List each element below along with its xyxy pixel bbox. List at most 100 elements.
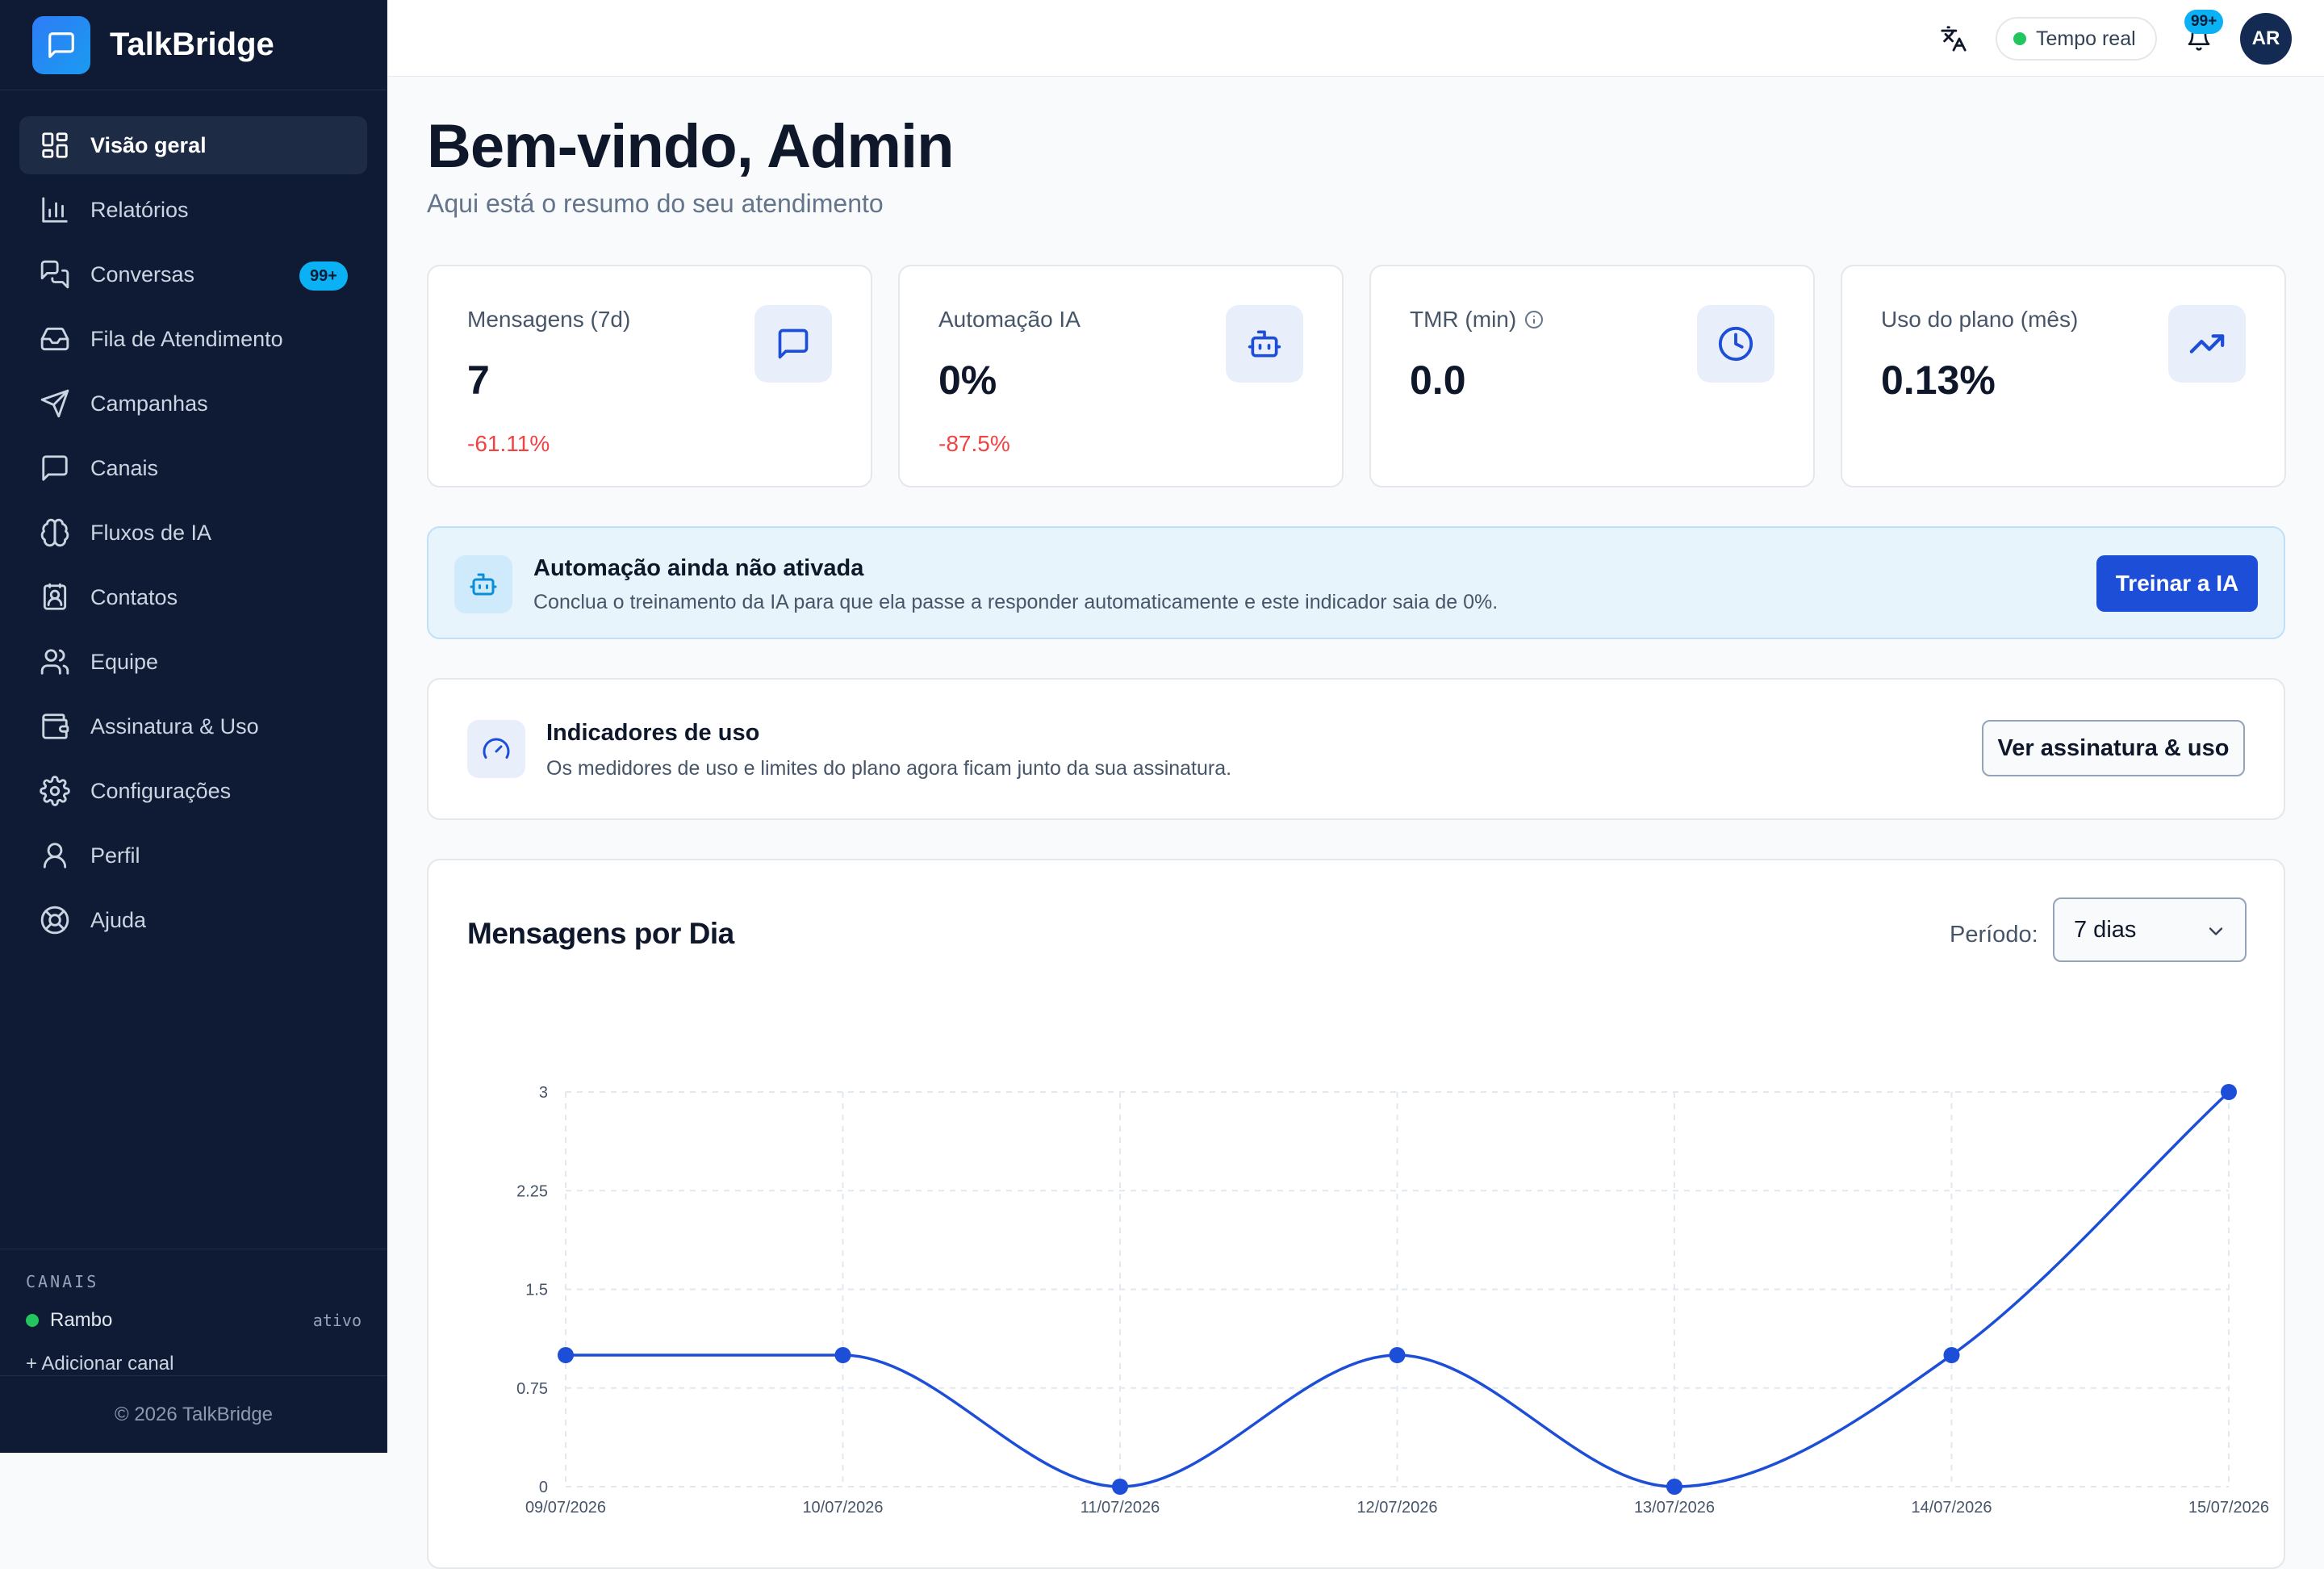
robot-icon [1226,305,1303,383]
translate-icon[interactable] [1936,21,1971,56]
lifebuoy-icon [39,904,71,936]
sidebar-item-label: Fila de Atendimento [90,326,283,351]
data-point [558,1347,574,1363]
kpi-label: Mensagens (7d) [467,307,631,332]
app-name: TalkBridge [110,27,274,62]
y-tick-label: 0 [539,1479,548,1496]
wallet-icon [39,710,71,743]
kpi-card-tmr: TMR (min) 0.0 [1369,265,1815,487]
kpi-card-automation: Automação IA 0% -87.5% [898,265,1344,487]
count-badge: 99+ [299,262,348,291]
sidebar-item-label: Fluxos de IA [90,520,212,545]
channel-name: Rambo [50,1309,113,1331]
sidebar-item-campanhas[interactable]: Campanhas [19,374,367,433]
data-point [1389,1347,1406,1363]
chat-icon [754,305,832,383]
messages-line-chart: 0 0.75 1.5 2.25 3 09/07/2026 10/07/2026 11/07/2… [516,1084,2269,1517]
channels-caption: CANAIS [26,1272,99,1291]
sidebar-item-label: Assinatura & Uso [90,713,259,738]
channel-item[interactable]: Rambo ativo [26,1309,362,1332]
brain-icon [39,517,71,549]
sidebar: TalkBridge Visão geral Relatórios Conversa… [0,0,387,1453]
usage-title: Indicadores de uso [546,720,760,746]
kpi-label-row: TMR (min) [1410,307,1544,333]
x-tick-label: 13/07/2026 [1634,1499,1715,1517]
avatar[interactable]: AR [2240,13,2292,65]
sidebar-item-configuracoes[interactable]: Configurações [19,762,367,820]
trending-up-icon [2168,305,2246,383]
period-label: Período: [1950,922,2038,948]
robot-icon [454,555,512,613]
logo-chat-icon [32,15,90,74]
bar-chart-icon [39,194,71,226]
sidebar-item-ajuda[interactable]: Ajuda [19,891,367,949]
gauge-icon [467,720,525,778]
chevron-down-icon [2205,920,2227,949]
messages-chart-card: 0 0.75 1.5 2.25 3 09/07/2026 10/07/2026 11/07/2… [427,859,2285,1569]
info-icon[interactable] [1524,310,1544,329]
users-icon [39,646,71,678]
add-channel-link[interactable]: + Adicionar canal [26,1353,362,1375]
sidebar-item-visao-geral[interactable]: Visão geral [19,116,367,174]
period-value: 7 dias [2074,916,2137,943]
user-icon [39,839,71,872]
inbox-icon [39,323,71,355]
automation-banner: Automação ainda não ativada Conclua o tr… [427,526,2285,639]
kpi-label: TMR (min) [1410,307,1517,332]
sidebar-item-contatos[interactable]: Contatos [19,568,367,626]
realtime-indicator[interactable]: Tempo real [1996,17,2157,61]
page-subtitle: Aqui está o resumo do seu atendimento [427,189,884,218]
sidebar-footer: © 2026 TalkBridge [0,1375,387,1453]
sidebar-item-label: Contatos [90,584,178,609]
message-square-icon [39,452,71,484]
notification-badge: 99+ [2184,10,2224,34]
brand: TalkBridge [0,0,387,90]
channel-status: ativo [312,1311,362,1330]
sidebar-item-label: Equipe [90,649,159,674]
channels-panel: CANAIS Rambo ativo + Adicionar canal [0,1249,387,1375]
sidebar-item-label: Perfil [90,843,140,868]
usage-card: Indicadores de uso Os medidores de uso e… [427,678,2285,820]
kpi-value: 0.0 [1410,358,1466,403]
period-select[interactable]: 7 dias [2053,897,2247,962]
status-dot [2013,32,2026,45]
sidebar-item-label: Canais [90,455,159,480]
train-ai-button[interactable]: Treinar a IA [2096,555,2258,612]
sidebar-item-canais[interactable]: Canais [19,439,367,497]
data-point [1943,1347,1960,1363]
sidebar-item-conversas[interactable]: Conversas 99+ [19,245,367,303]
data-point [1112,1479,1128,1495]
x-tick-label: 11/07/2026 [1080,1499,1160,1517]
contact-book-icon [39,581,71,613]
y-tick-label: 1.5 [525,1282,548,1299]
y-tick-label: 3 [539,1084,548,1102]
kpi-value: 0.13% [1881,358,1996,403]
sidebar-item-label: Configurações [90,778,232,803]
sidebar-item-label: Visão geral [90,132,207,157]
sidebar-item-label: Conversas [90,262,195,287]
sidebar-item-fila-de-atendimento[interactable]: Fila de Atendimento [19,310,367,368]
sidebar-item-relatorios[interactable]: Relatórios [19,181,367,239]
dashboard-icon [39,129,71,161]
view-subscription-button[interactable]: Ver assinatura & uso [1982,720,2245,776]
kpi-delta: -61.11% [467,431,550,456]
gear-icon [39,775,71,807]
kpi-value: 7 [467,358,490,403]
kpi-card-plan-usage: Uso do plano (mês) 0.13% [1841,265,2286,487]
x-tick-label: 09/07/2026 [525,1499,606,1517]
chart-title: Mensagens por Dia [467,917,734,950]
sidebar-item-label: Relatórios [90,197,189,222]
data-point [2221,1084,2237,1100]
x-tick-label: 10/07/2026 [802,1499,883,1517]
sidebar-nav: Visão geral Relatórios Conversas 99+ Fila de… [0,90,387,949]
sidebar-item-equipe[interactable]: Equipe [19,633,367,691]
sidebar-item-fluxos-de-ia[interactable]: Fluxos de IA [19,504,367,562]
kpi-card-messages: Mensagens (7d) 7 -61.11% [427,265,872,487]
sidebar-item-perfil[interactable]: Perfil [19,826,367,885]
banner-description: Conclua o treinamento da IA para que ela… [533,591,1498,613]
x-tick-label: 12/07/2026 [1356,1499,1437,1517]
page-title: Bem-vindo, Admin [427,112,955,181]
chat-icon [39,258,71,291]
x-tick-label: 15/07/2026 [2188,1499,2269,1517]
sidebar-item-assinatura-uso[interactable]: Assinatura & Uso [19,697,367,755]
